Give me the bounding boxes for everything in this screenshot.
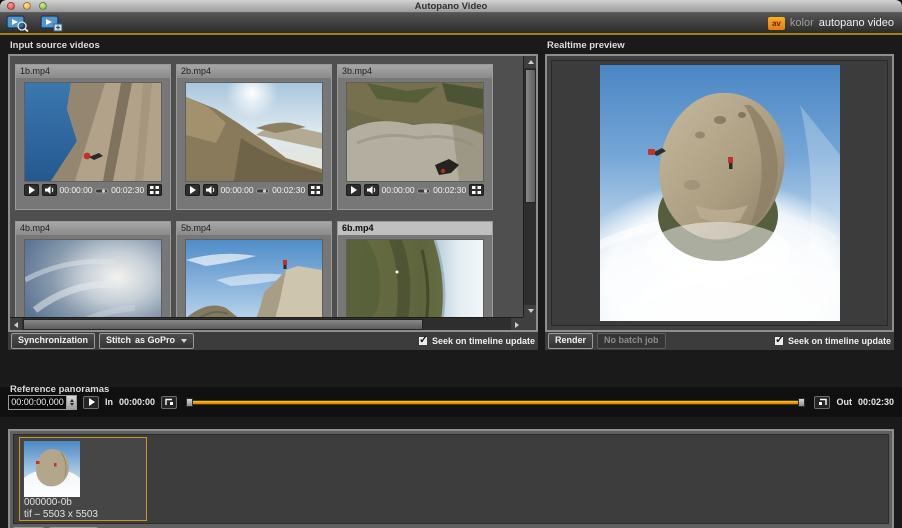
add-video-icon[interactable] [40,15,64,32]
timecode-value[interactable]: 00:00:00,000 [8,395,66,410]
minimize-window-icon[interactable] [23,2,31,10]
av-badge-icon: av [768,17,785,30]
timeline-slider[interactable] [183,395,808,410]
seek-checkbox-input[interactable]: ✓ Seek on timeline update [418,336,535,346]
video-filename: 2b.mp4 [177,65,331,78]
fullscreen-icon[interactable] [469,184,484,196]
seek-checkbox-preview[interactable]: ✓ Seek on timeline update [774,336,891,346]
render-button[interactable]: Render [548,333,593,349]
video-filename: 5b.mp4 [177,222,331,235]
timeline-out-handle[interactable] [798,398,805,407]
timeline-play-icon[interactable] [83,396,99,409]
title-bar: Autopano Video [0,0,902,13]
audio-icon[interactable] [42,184,57,196]
logo-brand: kolor [790,17,814,29]
checkbox-checked-icon[interactable]: ✓ [418,336,428,346]
video-cell-4b[interactable]: 4b.mp4 00:00:00 00:02:30 [15,221,171,332]
play-icon[interactable] [185,184,200,196]
video-controls: 00:00:00 00:02:30 [177,181,331,199]
in-label: In [105,397,113,407]
video-thumbnail [347,83,483,181]
trim-slider-icon[interactable] [256,181,269,199]
video-cell-1b[interactable]: 1b.mp4 [15,64,171,210]
video-filename: 1b.mp4 [16,65,170,78]
horizontal-scrollbar[interactable] [10,317,523,330]
set-in-point-icon[interactable] [161,396,177,409]
input-videos-panel: 1b.mp4 [8,54,538,332]
timeline-range-bar[interactable] [189,400,802,405]
reference-buttons: Edit Remove [13,524,889,528]
video-filename-selected: 6b.mp4 [338,222,492,235]
video-controls: 00:00:00 00:02:30 [16,181,170,199]
spinner-arrows-icon[interactable] [66,395,77,410]
play-icon[interactable] [346,184,361,196]
reference-list: 000000-0b tif – 5503 x 5503 [13,434,889,524]
scrollbar-corner [523,317,536,330]
video-cell-2b[interactable]: 2b.mp4 [176,64,332,210]
video-filename: 4b.mp4 [16,222,170,235]
synchronization-button[interactable]: Synchronization [11,333,95,349]
video-out-time: 00:02:30 [433,185,466,195]
video-thumbnail [25,83,161,181]
timecode-spinbox[interactable]: 00:00:00,000 [8,395,77,410]
play-icon[interactable] [24,184,39,196]
timeline-bar: 00:00:00,000 In 00:00:00 Out 00:02:30 [0,387,902,417]
logo-product: autopano video [819,17,894,29]
reference-section-label: Reference panoramas [10,384,109,395]
video-in-time: 00:00:00 [382,185,415,195]
timeline-playhead-handle[interactable] [186,398,193,407]
trim-slider-icon[interactable] [95,181,108,199]
video-cell-6b[interactable]: 6b.mp4 [337,221,493,332]
scroll-down-icon[interactable] [524,305,537,317]
out-time: 00:02:30 [858,397,894,407]
audio-icon[interactable] [203,184,218,196]
no-batch-job-button: No batch job [597,333,666,349]
reference-item-selected[interactable]: 000000-0b tif – 5503 x 5503 [19,437,147,521]
checkbox-checked-icon[interactable]: ✓ [774,336,784,346]
preview-panel-footer: Render No batch job ✓ Seek on timeline u… [545,332,894,350]
video-out-time: 00:02:30 [272,185,305,195]
in-time: 00:00:00 [119,397,155,407]
app-window: Autopano Video av kolor autopano video I… [0,0,902,528]
video-cell-5b[interactable]: 5b.mp4 [176,221,332,332]
trim-slider-icon[interactable] [417,181,430,199]
input-panel-footer: Synchronization Stitch as GoPro ✓ Seek o… [8,332,538,350]
video-out-time: 00:02:30 [111,185,144,195]
vertical-scroll-thumb[interactable] [525,69,536,203]
vertical-scrollbar[interactable] [523,56,536,317]
fullscreen-icon[interactable] [147,184,162,196]
video-controls: 00:00:00 00:02:30 [338,181,492,199]
close-window-icon[interactable] [7,2,15,10]
scroll-left-icon[interactable] [10,318,22,331]
out-label: Out [836,397,852,407]
realtime-preview-panel [545,54,894,332]
stitch-button[interactable]: Stitch as GoPro [99,333,194,349]
reference-panoramas-panel: 000000-0b tif – 5503 x 5503 Edit Remove [8,429,894,528]
audio-icon[interactable] [364,184,379,196]
open-videos-icon[interactable] [6,15,30,32]
video-in-time: 00:00:00 [60,185,93,195]
panorama-preview-image [600,65,840,321]
dropdown-arrow-icon [181,339,187,343]
zoom-window-icon[interactable] [39,2,47,10]
reference-thumbnail [24,441,80,497]
main-content: Input source videos 1b.mp4 [0,35,902,528]
reference-details: tif – 5503 x 5503 [24,509,142,521]
input-section-label: Input source videos [10,40,100,51]
set-out-point-icon[interactable] [814,396,830,409]
preview-viewport[interactable] [551,60,888,326]
window-title: Autopano Video [0,0,902,13]
video-cell-3b[interactable]: 3b.mp4 [337,64,493,210]
video-thumbnail [186,83,322,181]
preview-section-label: Realtime preview [547,40,625,51]
toolbar: av kolor autopano video [0,13,902,33]
scroll-up-icon[interactable] [524,56,537,68]
fullscreen-icon[interactable] [308,184,323,196]
reference-name: 000000-0b [24,497,142,509]
video-in-time: 00:00:00 [221,185,254,195]
horizontal-scroll-thumb[interactable] [23,319,423,330]
kolor-logo: av kolor autopano video [768,13,894,33]
video-filename: 3b.mp4 [338,65,492,78]
scroll-right-icon[interactable] [511,318,523,331]
